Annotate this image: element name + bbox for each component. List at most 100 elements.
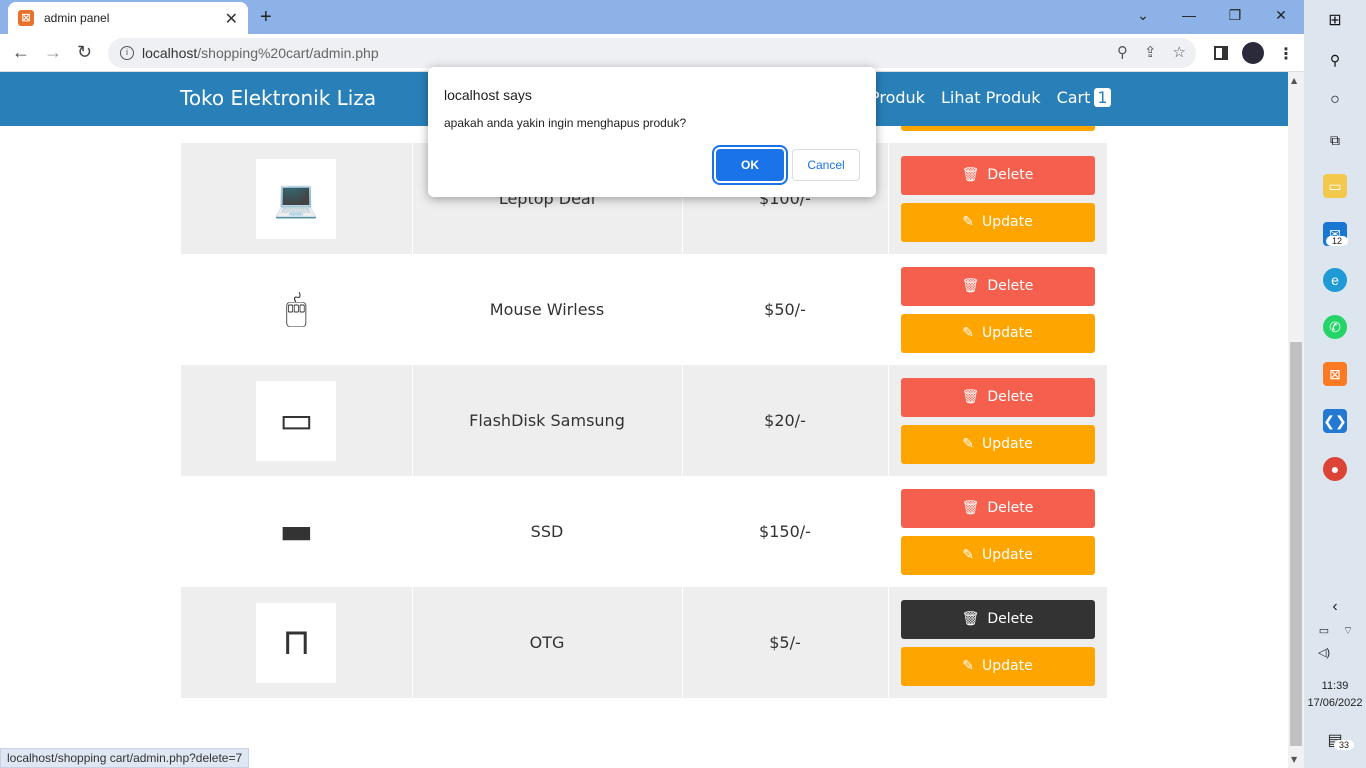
chrome-icon[interactable]: ● [1323,457,1347,481]
edit-icon: ✎ [962,547,975,563]
table-row: 🖱 Mouse Wirless $50/- 🗑 Delete ✎ Update [181,254,1107,365]
windows-start-icon[interactable]: ⊞ [1323,8,1347,32]
site-brand[interactable]: Toko Elektronik Liza [180,86,376,110]
window-controls: ⌄ — ❐ ✕ [1120,0,1304,34]
table-row: ⊓ OTG $5/- 🗑 Delete ✎ Update [181,587,1107,698]
minimize-button[interactable]: — [1166,0,1212,34]
windows-taskbar: ⊞ ⚲ ○ ⧉ ▭ ✉ 12 e ✆ ⊠ ❮❯ ● ‹ ▭ ⌔ ◁) 11:39… [1304,0,1366,768]
side-panel-icon[interactable] [1214,46,1228,60]
vscode-icon[interactable]: ❮❯ [1323,409,1347,433]
edit-icon: ✎ [962,436,975,452]
confirm-dialog: localhost says apakah anda yakin ingin m… [428,67,876,197]
battery-icon[interactable]: ▭ [1314,624,1334,637]
bookmark-star-icon[interactable]: ☆ [1173,43,1186,61]
trash-icon: 🗑 [961,278,980,294]
scroll-thumb[interactable] [1290,342,1302,746]
clock-date[interactable]: 17/06/2022 [1304,697,1366,709]
delete-button[interactable]: 🗑Delete [900,266,1095,306]
table-row: ▬ SSD $150/- 🗑 Delete ✎ Update [181,476,1107,587]
product-price: $150/- [682,476,889,587]
whatsapp-icon[interactable]: ✆ [1323,315,1347,339]
notification-badge: 33 [1334,740,1354,750]
tab-title: admin panel [44,11,110,25]
back-icon[interactable]: ← [12,42,30,63]
scroll-down-arrow-icon[interactable]: ▼ [1291,755,1297,764]
site-nav: Produk Lihat Produk Cart 1 [870,88,1111,107]
tab-search-icon[interactable]: ⌄ [1120,0,1166,34]
mouse-image: 🖱 [256,269,337,350]
update-button[interactable]: ✎Update [900,313,1095,353]
product-image-cell: ⊓ [181,587,413,698]
delete-button[interactable]: 🗑Delete [900,488,1095,528]
dialog-message: apakah anda yakin ingin menghapus produk… [444,116,687,130]
product-name: SSD [412,476,683,587]
new-tab-button[interactable]: + [260,6,272,29]
share-icon[interactable]: ⇪ [1144,43,1157,61]
delete-button[interactable]: 🗑Delete [900,599,1095,639]
trash-icon: 🗑 [961,389,980,405]
nav-lihat-produk[interactable]: Lihat Produk [941,88,1041,107]
edit-icon: ✎ [962,325,975,341]
clock-time[interactable]: 11:39 [1304,680,1366,692]
update-button[interactable]: ✎Update [900,424,1095,464]
browser-tab[interactable]: ⊠ admin panel ✕ [8,2,248,34]
restore-button[interactable]: ❐ [1212,0,1258,34]
product-price: $50/- [682,254,889,365]
product-image-cell: 💻 [181,143,413,254]
trash-icon: 🗑 [961,611,980,627]
product-actions: 🗑Delete ✎Update [888,143,1107,254]
show-hidden-icons-icon[interactable]: ‹ [1304,598,1366,616]
product-image-cell: ▬ [181,476,413,587]
cart-count-badge: 1 [1094,88,1111,107]
site-info-icon[interactable]: i [120,46,134,60]
xampp-icon[interactable]: ⊠ [1323,362,1347,386]
delete-button[interactable]: 🗑Delete [900,377,1095,417]
xampp-favicon-icon: ⊠ [18,10,34,26]
edge-icon[interactable]: e [1323,268,1347,292]
product-image-cell: ▭ [181,365,413,476]
dialog-title: localhost says [444,87,532,103]
url-text: localhost/shopping%20cart/admin.php [142,45,379,61]
tab-strip: ⊠ admin panel ✕ + ⌄ — ❐ ✕ [0,0,1304,34]
ssd-image: ▬ [256,491,337,572]
dialog-ok-button[interactable]: OK [716,149,784,181]
forward-icon[interactable]: → [44,42,62,63]
trash-icon: 🗑 [961,167,980,183]
nav-produk[interactable]: Produk [870,88,925,107]
task-view-icon[interactable]: ⧉ [1323,128,1347,152]
search-icon[interactable]: ⚲ [1323,48,1347,72]
product-price: $20/- [682,365,889,476]
scroll-up-arrow-icon[interactable]: ▲ [1291,76,1297,85]
product-name: OTG [412,587,683,698]
close-window-button[interactable]: ✕ [1258,0,1304,34]
otg-image: ⊓ [256,602,337,683]
tab-close-icon[interactable]: ✕ [225,9,238,28]
update-button[interactable]: ✎Update [900,202,1095,242]
status-link-preview: localhost/shopping cart/admin.php?delete… [0,748,250,768]
update-button[interactable]: ✎Update [900,535,1095,575]
nav-cart[interactable]: Cart 1 [1057,88,1111,107]
menu-kebab-icon[interactable]: ⋮ [1278,44,1294,63]
cortana-icon[interactable]: ○ [1323,88,1347,112]
trash-icon: 🗑 [961,500,980,516]
table-row: ▭ FlashDisk Samsung $20/- 🗑 Delete ✎ Update [181,365,1107,476]
product-actions: 🗑Delete ✎Update [888,587,1107,698]
zoom-icon[interactable]: ⚲ [1117,43,1128,61]
update-button[interactable]: ✎Update [900,646,1095,686]
volume-icon[interactable]: ◁) [1314,646,1334,659]
product-actions: 🗑Delete ✎Update [888,476,1107,587]
file-explorer-icon[interactable]: ▭ [1323,174,1347,198]
profile-avatar[interactable] [1242,42,1264,64]
product-actions: 🗑Delete ✎Update [888,254,1107,365]
mail-badge: 12 [1326,236,1348,246]
edit-icon: ✎ [962,658,975,674]
reload-icon[interactable]: ↻ [77,42,92,63]
product-price: $5/- [682,587,889,698]
delete-button[interactable]: 🗑Delete [900,155,1095,195]
address-bar[interactable]: i localhost/shopping%20cart/admin.php ⚲ … [108,38,1196,68]
dialog-cancel-button[interactable]: Cancel [792,149,860,181]
laptop-image: 💻 [256,158,337,239]
wifi-icon[interactable]: ⌔ [1338,624,1358,638]
product-name: Mouse Wirless [412,254,683,365]
page-scrollbar[interactable]: ▲ ▼ [1288,72,1304,768]
